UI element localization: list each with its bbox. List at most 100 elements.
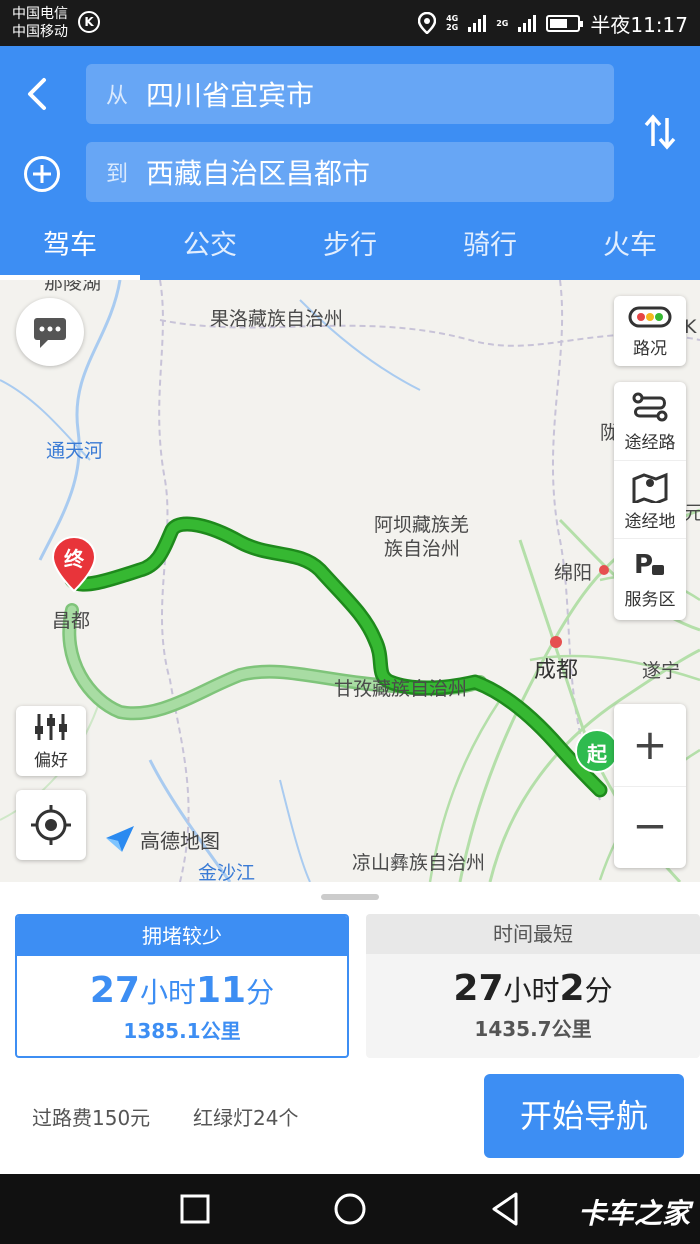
map-label-changdu: 昌都	[52, 610, 91, 632]
map-view[interactable]: 那陵湖 果洛藏族自治州 通天河 阿坝藏族羌 族自治州 绵阳 昌都 甘孜藏族自治州…	[0, 280, 700, 882]
service-area-label: 服务区	[624, 590, 676, 610]
network-type-icon-2: 2G	[496, 18, 509, 28]
waypoint-road-icon	[632, 392, 668, 422]
route-option-2-minutes: 2	[559, 968, 585, 1009]
carrier-1: 中国电信	[12, 6, 68, 22]
tab-drive[interactable]: 驾车	[0, 221, 140, 280]
service-area-icon: P	[634, 550, 664, 580]
swap-vertical-icon	[644, 114, 676, 150]
app-root: 中国电信 中国移动 K 4G 2G 2G 半夜11:17 从 四川省宜宾市 到 …	[0, 0, 700, 1244]
destination-prefix: 到	[106, 162, 129, 187]
preference-label: 偏好	[34, 751, 68, 771]
net-label-2: 2G	[446, 23, 459, 32]
tab-bike[interactable]: 骑行	[420, 221, 560, 280]
back-nav-icon[interactable]	[488, 1190, 522, 1228]
route-option-2-hour-unit: 小时	[503, 974, 560, 1007]
status-indicators: 4G 2G 2G 半夜11:17	[418, 10, 688, 37]
mode-tabs: 驾车 公交 步行 骑行 火车	[0, 221, 700, 280]
map-label-tongtian: 通天河	[46, 440, 104, 462]
recents-icon[interactable]	[178, 1192, 212, 1226]
watermark: 卡车之家	[577, 1197, 690, 1230]
destination-field[interactable]: 到 西藏自治区昌都市	[86, 142, 614, 202]
toll-info: 过路费150元	[32, 1106, 151, 1130]
route-option-1-minute-unit: 分	[246, 976, 275, 1009]
chat-bubble-icon	[34, 318, 66, 348]
tab-train[interactable]: 火车	[560, 221, 700, 280]
waypoint-place-label: 途经地	[624, 512, 676, 532]
sliders-icon	[35, 714, 67, 740]
route-option-1-duration: 27小时11分	[17, 970, 347, 1011]
map-label-chengdu: 成都	[534, 658, 579, 683]
route-option-2-minute-unit: 分	[584, 974, 613, 1007]
route-option-2-distance: 1435.7公里	[474, 1017, 592, 1041]
map-label-jinsha: 金沙江	[198, 862, 256, 882]
net-label-1: 4G	[446, 14, 459, 23]
zoom-controls: + −	[614, 704, 686, 868]
tab-walk[interactable]: 步行	[280, 221, 420, 280]
plus-circle-icon	[33, 165, 51, 183]
route-tools: 途经路 途经地 P 服务区	[614, 382, 686, 620]
map-label-top: 那陵湖	[44, 280, 102, 294]
feedback-button[interactable]	[16, 298, 84, 366]
signal-icon-1	[468, 14, 487, 32]
waypoint-road-label: 途经路	[624, 433, 676, 453]
map-label-suining: 遂宁	[642, 660, 681, 682]
map-label-mianyang: 绵阳	[554, 562, 593, 584]
preference-button[interactable]: 偏好	[16, 706, 86, 776]
location-icon	[418, 12, 437, 34]
route-option-1-hour-unit: 小时	[139, 976, 196, 1009]
zoom-out-button[interactable]: −	[614, 786, 686, 868]
map-label-yuan: 元	[684, 502, 700, 524]
map-base	[0, 280, 700, 882]
map-logo-text: 高德地图	[140, 828, 220, 853]
route-option-2-hours: 27	[453, 968, 504, 1009]
network-type-icon: 4G 2G	[446, 14, 458, 32]
route-header: 从 四川省宜宾市 到 西藏自治区昌都市 驾车 公交 步行 骑行 火车	[0, 46, 700, 280]
add-waypoint-button[interactable]	[24, 156, 60, 192]
traffic-light-info: 红绿灯24个	[193, 1106, 299, 1130]
battery-icon	[546, 14, 584, 32]
destination-value: 西藏自治区昌都市	[146, 157, 371, 190]
start-navigation-button[interactable]: 开始导航	[484, 1074, 684, 1158]
end-pin[interactable]: 终	[50, 535, 98, 593]
map-label-liangshan: 凉山彝族自治州	[352, 852, 486, 874]
tab-transit[interactable]: 公交	[140, 221, 280, 280]
map-logo: 高德地图	[104, 824, 220, 854]
zoom-in-button[interactable]: +	[614, 704, 686, 786]
swap-button[interactable]	[642, 112, 678, 152]
svg-text:P: P	[634, 550, 653, 580]
traffic-toggle[interactable]: 路况	[614, 296, 686, 366]
map-label-golog: 果洛藏族自治州	[210, 308, 344, 330]
map-label-ganzi: 甘孜藏族自治州	[334, 678, 468, 700]
route-option-1-tag: 拥堵较少	[17, 916, 347, 956]
status-bar: 中国电信 中国移动 K 4G 2G 2G 半夜11:17	[0, 0, 700, 46]
traffic-light-icon	[628, 306, 672, 328]
chevron-left-icon	[28, 78, 46, 110]
signal-icon-2	[518, 14, 537, 32]
traffic-label: 路况	[633, 339, 667, 359]
route-option-2[interactable]: 时间最短 27小时2分 1435.7公里	[366, 914, 700, 1058]
route-option-1-distance: 1385.1公里	[123, 1019, 241, 1043]
route-option-1[interactable]: 拥堵较少 27小时11分 1385.1公里	[15, 914, 349, 1058]
route-option-2-duration: 27小时2分	[366, 968, 700, 1009]
locate-button[interactable]	[16, 790, 86, 860]
waypoint-map-icon	[632, 472, 668, 506]
origin-value: 四川省宜宾市	[146, 79, 315, 112]
carrier-2: 中国移动	[12, 24, 68, 40]
carrier-labels: 中国电信 中国移动	[12, 5, 68, 41]
origin-prefix: 从	[106, 84, 129, 109]
route-option-1-hours: 27	[89, 970, 140, 1011]
map-label-aba-2: 族自治州	[384, 538, 461, 560]
map-label-aba-1: 阿坝藏族羌	[374, 514, 470, 536]
waypoint-place-button[interactable]: 途经地	[614, 460, 686, 538]
route-option-2-tag: 时间最短	[366, 914, 700, 954]
route-sheet: 拥堵较少 27小时11分 1385.1公里 时间最短 27小时2分 1435.7…	[0, 882, 700, 1174]
home-icon[interactable]	[332, 1191, 368, 1227]
sheet-handle[interactable]	[321, 894, 379, 900]
carrier-k-icon: K	[78, 11, 100, 33]
origin-field[interactable]: 从 四川省宜宾市	[86, 64, 614, 124]
waypoint-road-button[interactable]: 途经路	[614, 382, 686, 460]
service-area-button[interactable]: P 服务区	[614, 538, 686, 616]
back-button[interactable]	[18, 74, 58, 114]
crosshair-icon	[31, 805, 71, 845]
